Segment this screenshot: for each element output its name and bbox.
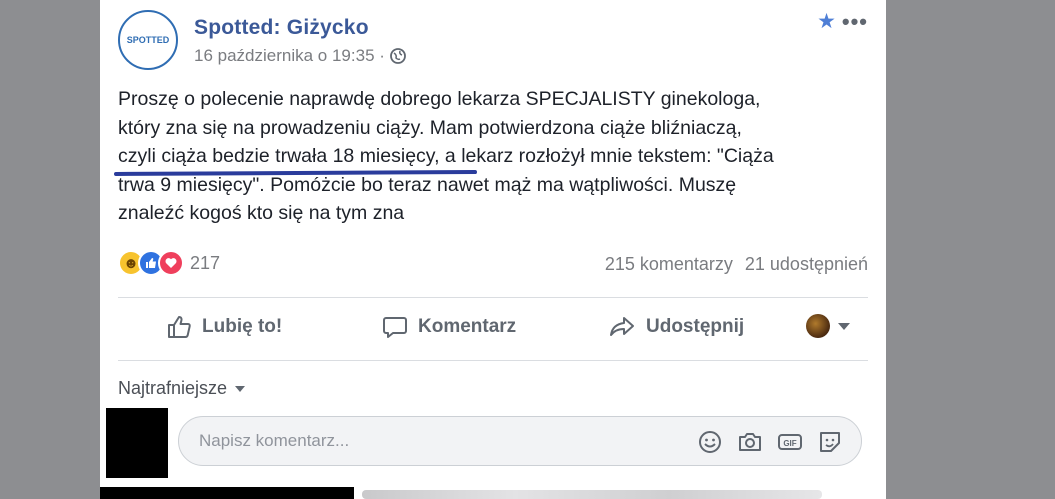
svg-text:GIF: GIF (783, 439, 796, 448)
redacted-avatar (106, 408, 168, 478)
comment-input[interactable]: Napisz komentarz... GIF (178, 416, 862, 466)
post-text-line: czyli ciąża bedzie trwała 18 miesięcy, a… (118, 145, 774, 167)
share-label: Udostępnij (646, 316, 745, 337)
comment-tools: GIF (697, 429, 843, 455)
emoji-icon[interactable] (697, 429, 723, 455)
like-icon (166, 314, 192, 340)
comment-icon (382, 314, 408, 340)
audience-selector[interactable] (806, 314, 850, 338)
user-avatar (806, 314, 830, 338)
comment-sort-dropdown[interactable]: Najtrafniejsze (118, 378, 246, 399)
blurred-comment-preview (362, 490, 822, 499)
reaction-count: 217 (190, 252, 221, 273)
divider (118, 297, 868, 298)
divider (118, 360, 868, 361)
engagement-counts: 215 komentarzy 21 udostępnień (605, 254, 868, 275)
more-icon[interactable]: ••• (842, 11, 868, 33)
comments-count-link[interactable]: 215 komentarzy (605, 254, 733, 275)
post-date-text: 16 października o 19:35 · (194, 46, 385, 65)
shares-count-link[interactable]: 21 udostępnień (745, 254, 868, 275)
page-avatar-logo: SPOTTED (126, 35, 170, 45)
globe-icon (389, 47, 407, 65)
camera-icon[interactable] (737, 429, 763, 455)
sticker-icon[interactable] (817, 429, 843, 455)
chevron-down-icon (235, 385, 246, 392)
like-label: Lubię to! (202, 316, 283, 337)
post-timestamp[interactable]: 16 października o 19:35 · (194, 46, 407, 66)
comment-button[interactable]: Komentarz (382, 314, 516, 340)
share-icon (608, 314, 636, 340)
share-button[interactable]: Udostępnij (608, 314, 744, 340)
post-header: SPOTTED Spotted: Giżycko 16 października… (118, 10, 868, 72)
page-name-link[interactable]: Spotted: Giżycko (194, 16, 369, 40)
post-body: Proszę o polecenie naprawdę dobrego leka… (118, 85, 878, 228)
chevron-down-icon (838, 322, 850, 330)
post-text-line: znaleźć kogoś kto się na tym zna (118, 202, 405, 224)
header-actions: ★ ••• (817, 11, 868, 33)
gif-icon[interactable]: GIF (777, 429, 803, 455)
post-actions: Lubię to! Komentarz Udostępnij (118, 306, 868, 352)
comment-placeholder: Napisz komentarz... (199, 431, 350, 450)
comment-sort-label: Najtrafniejsze (118, 378, 228, 398)
post-card: SPOTTED Spotted: Giżycko 16 października… (100, 0, 886, 499)
star-icon[interactable]: ★ (817, 11, 836, 32)
like-button[interactable]: Lubię to! (166, 314, 282, 340)
redacted-block (100, 487, 354, 499)
love-reaction-icon (158, 250, 184, 276)
comment-label: Komentarz (418, 316, 517, 337)
reactions-summary[interactable]: ☻ 217 (118, 250, 220, 276)
post-text-line: Proszę o polecenie naprawdę dobrego leka… (118, 88, 761, 110)
post-text-line: który zna się na prowadzeniu ciąży. Mam … (118, 116, 742, 139)
post-stats: ☻ 217 215 komentarzy 21 udostępnień (118, 250, 868, 282)
page-avatar[interactable]: SPOTTED (118, 10, 178, 70)
